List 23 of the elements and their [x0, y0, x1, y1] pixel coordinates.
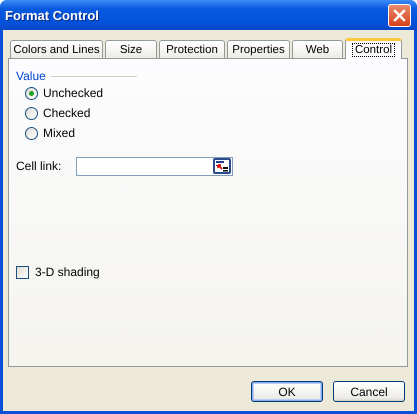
window-title: Format Control	[5, 8, 99, 22]
radio-label: Mixed	[43, 126, 76, 140]
radio-label: Unchecked	[43, 86, 104, 100]
checkbox[interactable]	[16, 266, 29, 278]
tab[interactable]: Protection	[159, 40, 225, 58]
grid-icon	[214, 159, 230, 173]
close-button[interactable]	[388, 4, 411, 26]
ok-button[interactable]: OK	[251, 381, 323, 402]
radio-button[interactable]	[25, 86, 38, 100]
radio-label: Checked	[43, 106, 90, 120]
tab[interactable]: Colors and Lines	[10, 40, 103, 58]
tab[interactable]: Web	[292, 40, 343, 58]
field-label: Cell link:	[16, 159, 62, 173]
tab[interactable]: Properties	[227, 40, 290, 58]
radio-button[interactable]	[25, 126, 38, 140]
tab[interactable]: Size	[105, 40, 157, 58]
checkbox-label: 3-D shading	[35, 265, 100, 279]
range-picker-button[interactable]	[213, 158, 231, 174]
cancel-button[interactable]: Cancel	[333, 381, 405, 402]
tab[interactable]: Control	[345, 38, 402, 59]
cell-link-field[interactable]	[76, 156, 233, 176]
radio-button[interactable]	[25, 106, 38, 120]
group-label: Value	[16, 69, 46, 83]
